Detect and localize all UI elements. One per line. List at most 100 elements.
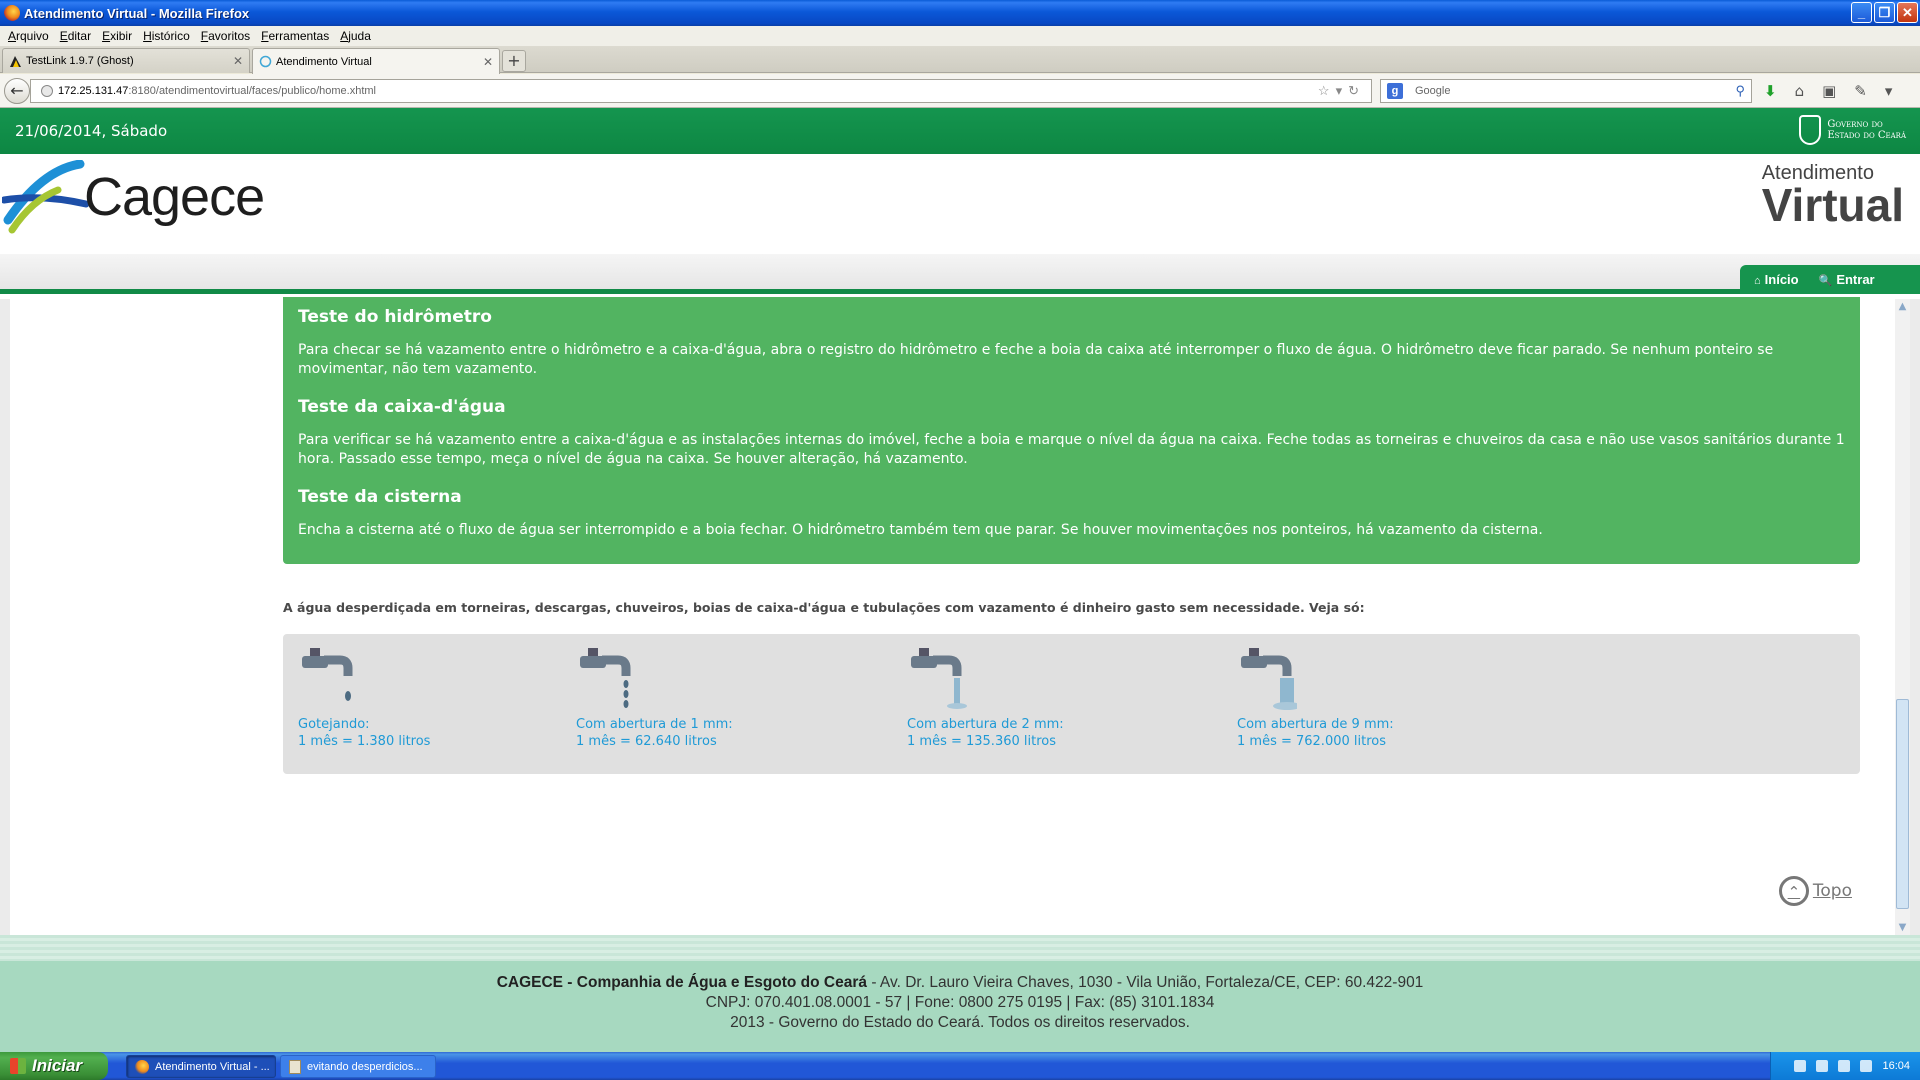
menu-dropdown-icon[interactable]: ▾ [1885, 82, 1893, 100]
menu-editar[interactable]: Editar [56, 29, 98, 43]
close-window-button[interactable]: ✕ [1897, 2, 1918, 23]
menu-historico[interactable]: Histórico [139, 29, 197, 43]
faucet-value: 1 mês = 135.360 litros [907, 734, 1056, 749]
nav-entrar[interactable]: 🔍 Entrar [1819, 272, 1875, 287]
faucet-9mm-icon [1241, 648, 1297, 710]
tab-atendimento-virtual[interactable]: Atendimento Virtual ✕ [252, 48, 500, 74]
key-icon: 🔍 [1818, 275, 1833, 287]
navigation-bar: ← 172.25.131.47 :8180/atendimentovirtual… [0, 74, 1920, 108]
tab-strip: TestLink 1.9.7 (Ghost) ✕ Atendimento Vir… [0, 46, 1920, 74]
faucet-item: Com abertura de 1 mm: 1 mês = 62.640 lit… [576, 646, 733, 750]
clock: 16:04 [1882, 1060, 1910, 1072]
search-input[interactable]: Google [1415, 85, 1450, 97]
network-icon[interactable] [1816, 1060, 1829, 1072]
nav-inicio[interactable]: ⌂ Início [1754, 272, 1799, 287]
footer-copyright: 2013 - Governo do Estado do Ceará. Todos… [730, 1014, 1190, 1031]
faucet-comparison-box: Gotejando: 1 mês = 1.380 litros Com aber… [283, 634, 1860, 774]
menu-arquivo[interactable]: Arquivo [4, 29, 56, 43]
menu-ferramentas[interactable]: Ferramentas [257, 29, 336, 43]
test-text: Para verificar se há vazamento entre a c… [298, 432, 1845, 467]
home-icon: ⌂ [1754, 275, 1761, 287]
url-path: :8180/atendimentovirtual/faces/publico/h… [128, 85, 376, 97]
download-icon[interactable]: ⬇ [1764, 82, 1777, 100]
new-tab-button[interactable]: + [502, 50, 526, 72]
page-viewport: 21/06/2014, Sábado Governo do Estado do … [0, 108, 1920, 1052]
security-alert-icon[interactable] [1860, 1060, 1873, 1072]
menu-ajuda[interactable]: Ajuda [336, 29, 378, 43]
content-scrollbar[interactable]: ▲ ▼ [1895, 299, 1910, 935]
close-tab-icon[interactable]: ✕ [483, 55, 493, 69]
header-logo-area: Cagece Atendimento Virtual [0, 154, 1920, 254]
search-bar[interactable]: g Google ⚲ [1380, 79, 1752, 103]
tab-label: Atendimento Virtual [276, 55, 372, 68]
window-titlebar: Atendimento Virtual - Mozilla Firefox _ … [0, 0, 1920, 26]
search-icon[interactable]: ⚲ [1735, 83, 1745, 99]
windows-taskbar: Iniciar Atendimento Virtual - ... evitan… [0, 1052, 1920, 1080]
site-menu-band: ⌂ Início 🔍 Entrar [0, 254, 1920, 294]
faucet-dripping-icon [302, 648, 353, 701]
cagece-brand-name: Cagece [84, 167, 265, 227]
faucet-item: Gotejando: 1 mês = 1.380 litros [298, 646, 430, 750]
url-host: 172.25.131.47 [58, 85, 129, 97]
test-title: Teste do hidrômetro [298, 307, 492, 327]
faucet-value: 1 mês = 762.000 litros [1237, 734, 1386, 749]
testlink-icon [10, 55, 21, 67]
tab-testlink[interactable]: TestLink 1.9.7 (Ghost) ✕ [2, 48, 250, 73]
taskbar-item-label: Atendimento Virtual - ... [155, 1060, 270, 1073]
footer-contacts: CNPJ: 070.401.08.0001 - 57 | Fone: 0800 … [705, 994, 1215, 1011]
waste-intro: A água desperdiçada em torneiras, descar… [283, 600, 1365, 615]
url-bar[interactable]: 172.25.131.47 :8180/atendimentovirtual/f… [30, 79, 1372, 103]
menu-favoritos[interactable]: Favoritos [197, 29, 257, 43]
faucet-value: 1 mês = 62.640 litros [576, 734, 717, 749]
governo-ceara-logo[interactable]: Governo do Estado do Ceará [1799, 115, 1906, 145]
gov-logo-line2: Estado do Ceará [1827, 130, 1906, 141]
document-icon [289, 1059, 301, 1074]
taskbar-item-document[interactable]: evitando desperdicios... [280, 1055, 436, 1078]
menu-bar: Arquivo Editar Exibir Histórico Favorito… [0, 26, 1920, 46]
help-icon[interactable] [1794, 1060, 1807, 1072]
window-controls: _ ❐ ✕ [1851, 2, 1918, 23]
faucet-1mm-icon [580, 648, 631, 708]
scroll-thumb[interactable] [1896, 699, 1909, 909]
test-text: Encha a cisterna até o fluxo de água ser… [298, 522, 1543, 538]
faucet-2mm-icon [911, 648, 967, 709]
footer-address: - Av. Dr. Lauro Vieira Chaves, 1030 - Vi… [867, 974, 1424, 991]
top-green-bar: 21/06/2014, Sábado Governo do Estado do … [0, 108, 1920, 154]
site-nav: ⌂ Início 🔍 Entrar [1740, 265, 1920, 294]
site-identity-icon[interactable] [41, 85, 53, 97]
firefox-icon [135, 1059, 149, 1074]
scroll-up-icon[interactable]: ▲ [1895, 299, 1910, 314]
back-button[interactable]: ← [4, 78, 30, 104]
taskbar-item-firefox[interactable]: Atendimento Virtual - ... [126, 1055, 276, 1078]
av-logo-big: Virtual [1761, 179, 1904, 231]
menu-exibir[interactable]: Exibir [98, 29, 139, 43]
site-footer: CAGECE - Companhia de Água e Esgoto do C… [0, 935, 1920, 1052]
atendimento-favicon-icon [259, 55, 272, 68]
faucet-item: Com abertura de 9 mm: 1 mês = 762.000 li… [1237, 646, 1394, 750]
faucet-item: Com abertura de 2 mm: 1 mês = 135.360 li… [907, 646, 1064, 750]
addon-icon[interactable]: ✎ [1854, 82, 1867, 100]
start-button[interactable]: Iniciar [0, 1052, 108, 1080]
url-actions-icon[interactable]: ☆▾↻ [1318, 83, 1365, 99]
maximize-button[interactable]: ❐ [1874, 2, 1895, 23]
cagece-logo[interactable]: Cagece [2, 160, 265, 234]
atendimento-virtual-logo: Atendimento Virtual [1761, 162, 1904, 231]
test-text: Para checar se há vazamento entre o hidr… [298, 342, 1774, 377]
faucet-label: Gotejando: [298, 717, 370, 732]
firefox-icon [4, 5, 20, 21]
gov-logo-line1: Governo do [1827, 119, 1883, 130]
close-tab-icon[interactable]: ✕ [233, 54, 243, 68]
faucet-value: 1 mês = 1.380 litros [298, 734, 431, 749]
google-engine-icon[interactable]: g [1387, 83, 1403, 99]
topo-label: Topo [1812, 881, 1852, 901]
current-date: 21/06/2014, Sábado [15, 122, 168, 140]
home-icon[interactable]: ⌂ [1795, 82, 1805, 100]
back-to-top-link[interactable]: ⌃ Topo [1778, 876, 1852, 906]
scroll-down-icon[interactable]: ▼ [1895, 920, 1910, 935]
volume-icon[interactable] [1838, 1060, 1851, 1072]
leak-tests-box: Teste do hidrômetro Para checar se há va… [283, 297, 1860, 564]
faucet-label: Com abertura de 2 mm: [907, 717, 1064, 732]
minimize-button[interactable]: _ [1851, 2, 1872, 23]
system-tray: 16:04 [1770, 1052, 1920, 1080]
screenshot-icon[interactable]: ▣ [1822, 82, 1836, 100]
